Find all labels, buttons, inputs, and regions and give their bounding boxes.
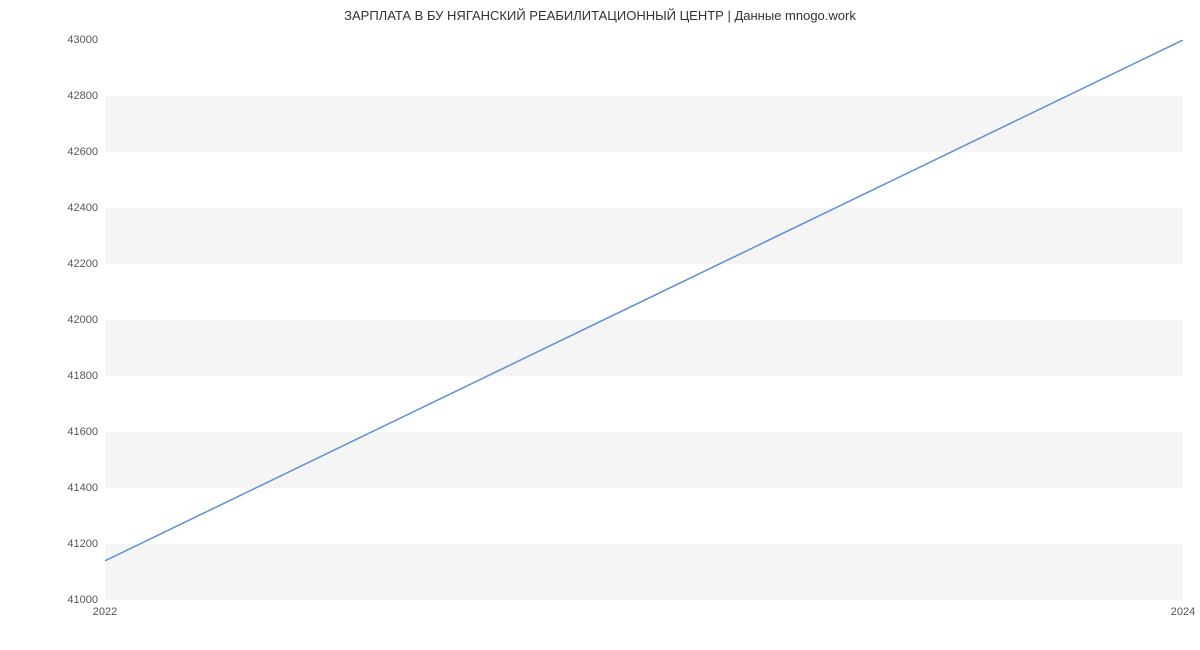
y-tick-label: 42600 xyxy=(67,146,98,158)
grid-band xyxy=(105,208,1183,264)
grid-band xyxy=(105,96,1183,152)
y-tick-label: 42000 xyxy=(67,314,98,326)
plot-area xyxy=(105,40,1183,600)
grid-band xyxy=(105,320,1183,376)
grid-band xyxy=(105,544,1183,600)
x-tick-label: 2022 xyxy=(93,606,117,618)
y-tick-label: 41200 xyxy=(67,538,98,550)
y-tick-label: 41000 xyxy=(67,594,98,606)
y-tick-label: 41400 xyxy=(67,482,98,494)
y-tick-label: 42400 xyxy=(67,202,98,214)
y-tick-label: 41600 xyxy=(67,426,98,438)
y-tick-label: 42800 xyxy=(67,90,98,102)
y-tick-label: 43000 xyxy=(67,34,98,46)
y-tick-label: 42200 xyxy=(67,258,98,270)
x-tick-label: 2024 xyxy=(1171,606,1195,618)
y-tick-label: 41800 xyxy=(67,370,98,382)
grid-band xyxy=(105,432,1183,488)
chart-title: ЗАРПЛАТА В БУ НЯГАНСКИЙ РЕАБИЛИТАЦИОННЫЙ… xyxy=(0,8,1200,23)
